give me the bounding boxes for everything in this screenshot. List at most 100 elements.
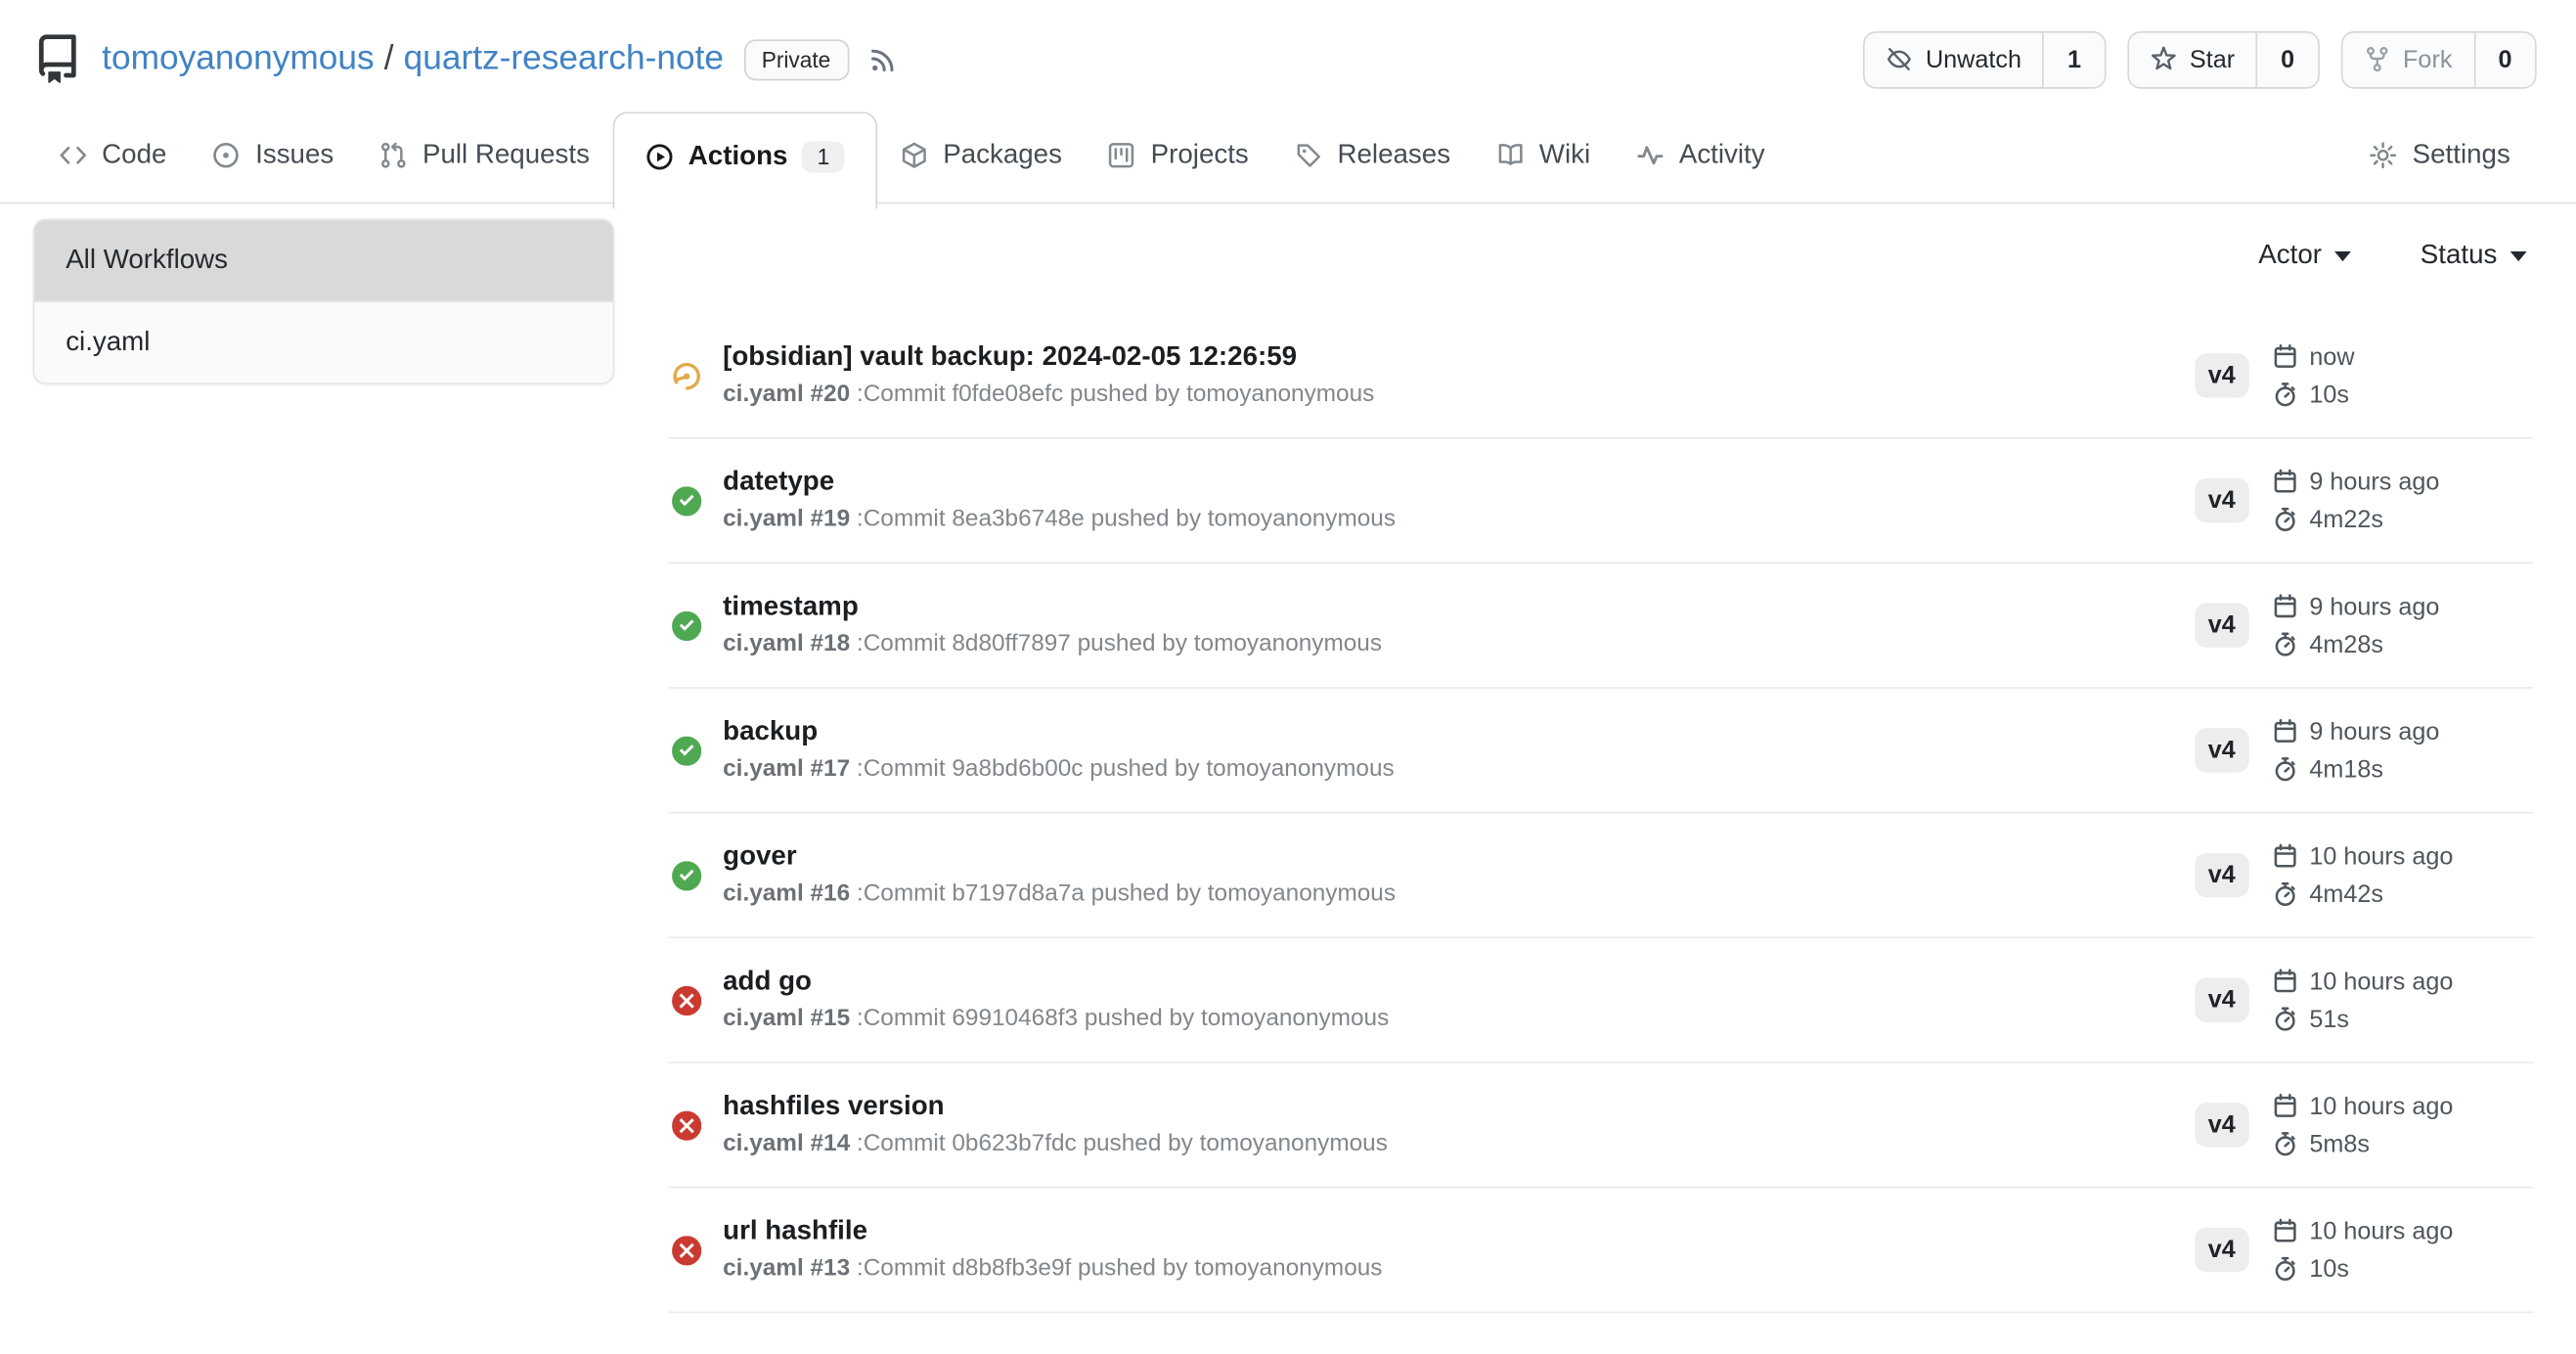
run-subtitle: ci.yaml #17 :Commit 9a8bd6b00c pushed by…: [723, 753, 2195, 785]
workflow-item-label: ci.yaml: [66, 327, 150, 356]
run-title[interactable]: datetype: [723, 466, 2195, 497]
run-times: 9 hours ago 4m18s: [2272, 717, 2440, 783]
tab-label: Settings: [2413, 140, 2510, 171]
runner-version-badge: v4: [2195, 478, 2248, 522]
action-count[interactable]: 1: [2043, 32, 2105, 86]
workflow-run-row[interactable]: [obsidian] vault backup: 2024-02-05 12:2…: [669, 314, 2534, 439]
workflow-run-row[interactable]: add cache again 10 hours a: [669, 1313, 2534, 1354]
gear-icon: [2370, 141, 2398, 169]
repo-tab[interactable]: Actions 1: [613, 112, 878, 208]
run-duration-text: 51s: [2309, 1005, 2349, 1033]
repo-name-link[interactable]: quartz-research-note: [404, 39, 724, 77]
run-title[interactable]: gover: [723, 840, 2195, 872]
stopwatch-icon: [2272, 631, 2298, 657]
run-age-text: 10 hours ago: [2309, 1217, 2453, 1245]
run-title[interactable]: url hashfile: [723, 1215, 2195, 1246]
run-duration: 4m42s: [2272, 880, 2454, 909]
run-text: url hashfile ci.yaml #13 :Commit d8b8fb3…: [723, 1215, 2195, 1284]
actor-filter-label: Actor: [2258, 240, 2322, 271]
repo-action-button[interactable]: Star 0: [2127, 30, 2319, 88]
run-text: [obsidian] vault backup: 2024-02-05 12:2…: [723, 341, 2195, 410]
run-status-icon: [672, 610, 701, 640]
rss-icon[interactable]: [868, 45, 897, 73]
workflow-run-row[interactable]: add go ci.yaml #15 :Commit 69910468f3 pu…: [669, 938, 2534, 1063]
run-age: 9 hours ago: [2272, 717, 2440, 745]
run-workflow-ref[interactable]: ci.yaml #20: [723, 381, 850, 407]
repo-action-button[interactable]: Unwatch 1: [1863, 30, 2106, 88]
run-duration-text: 4m28s: [2309, 630, 2383, 658]
sidebar-workflow-item[interactable]: All Workflows: [34, 220, 612, 300]
run-times: 10 hours ago 4m42s: [2272, 842, 2454, 908]
run-commit-desc: :Commit 9a8bd6b00c pushed by tomoyanonym…: [857, 755, 1395, 782]
repo-tab[interactable]: Issues: [190, 112, 357, 202]
run-subtitle: ci.yaml #15 :Commit 69910468f3 pushed by…: [723, 1004, 2195, 1035]
repo-tab[interactable]: Projects: [1085, 112, 1271, 202]
action-count[interactable]: 0: [2256, 32, 2318, 86]
actor-filter-dropdown[interactable]: Actor: [2258, 240, 2351, 271]
eye-closed-icon: [1887, 46, 1913, 72]
stopwatch-icon: [2272, 1131, 2298, 1157]
stopwatch-icon: [2272, 756, 2298, 783]
failure-icon: [672, 1110, 701, 1140]
repo-header: tomoyanonymous/quartz-research-note Priv…: [0, 0, 2576, 95]
run-age: 9 hours ago: [2272, 468, 2440, 496]
workflow-run-row[interactable]: backup ci.yaml #17 :Commit 9a8bd6b00c pu…: [669, 689, 2534, 814]
status-filter-dropdown[interactable]: Status: [2421, 240, 2527, 271]
run-workflow-ref[interactable]: ci.yaml #18: [723, 630, 850, 656]
run-meta: v4 10 hours ago 51s: [2195, 968, 2533, 1033]
run-title[interactable]: add go: [723, 966, 2195, 997]
run-duration: 4m18s: [2272, 755, 2440, 784]
caret-down-icon: [2510, 250, 2527, 260]
run-text: datetype ci.yaml #19 :Commit 8ea3b6748e …: [723, 466, 2195, 534]
repo-tab[interactable]: Code: [36, 112, 190, 202]
run-workflow-ref[interactable]: ci.yaml #15: [723, 1005, 850, 1031]
workflow-run-row[interactable]: timestamp ci.yaml #18 :Commit 8d80ff7897…: [669, 564, 2534, 689]
book-icon: [1496, 141, 1525, 169]
run-subtitle: ci.yaml #14 :Commit 0b623b7fdc pushed by…: [723, 1128, 2195, 1159]
action-count[interactable]: 0: [2473, 32, 2535, 86]
tab-label: Issues: [255, 140, 333, 171]
tab-settings[interactable]: Settings: [2346, 112, 2533, 202]
sidebar-workflow-item[interactable]: ci.yaml: [34, 300, 612, 383]
tab-label: Packages: [943, 140, 1062, 171]
status-filter-label: Status: [2421, 240, 2498, 271]
tab-label: Code: [102, 140, 166, 171]
fork-icon: [2364, 46, 2390, 72]
stopwatch-icon: [2272, 506, 2298, 532]
run-title[interactable]: [obsidian] vault backup: 2024-02-05 12:2…: [723, 341, 2195, 373]
repo-tab[interactable]: Wiki: [1474, 112, 1614, 202]
workflow-run-row[interactable]: hashfiles version ci.yaml #14 :Commit 0b…: [669, 1063, 2534, 1189]
repo-tab[interactable]: Releases: [1271, 112, 1473, 202]
run-times: now 10s: [2272, 342, 2355, 408]
run-workflow-ref[interactable]: ci.yaml #14: [723, 1130, 850, 1156]
run-workflow-ref[interactable]: ci.yaml #13: [723, 1255, 850, 1282]
workflow-runs-list: [obsidian] vault backup: 2024-02-05 12:2…: [669, 314, 2534, 1354]
run-filters: Actor Status: [669, 203, 2534, 271]
workflow-run-row[interactable]: url hashfile ci.yaml #13 :Commit d8b8fb3…: [669, 1189, 2534, 1314]
repo-tabs: Code Issues Pull Requests Act: [36, 112, 1788, 202]
run-commit-desc: :Commit b7197d8a7a pushed by tomoyanonym…: [857, 880, 1396, 907]
run-workflow-ref[interactable]: ci.yaml #17: [723, 755, 850, 782]
star-icon: [2151, 46, 2177, 72]
run-subtitle: ci.yaml #16 :Commit b7197d8a7a pushed by…: [723, 879, 2195, 910]
run-duration: 10s: [2272, 1255, 2454, 1284]
repo-tab[interactable]: Pull Requests: [357, 112, 613, 202]
run-commit-desc: :Commit 0b623b7fdc pushed by tomoyanonym…: [857, 1130, 1388, 1156]
run-title[interactable]: timestamp: [723, 591, 2195, 622]
run-workflow-ref[interactable]: ci.yaml #16: [723, 880, 850, 907]
run-title[interactable]: hashfiles version: [723, 1091, 2195, 1122]
repo-tab[interactable]: Packages: [877, 112, 1085, 202]
run-meta: v4 10 hours ago 10s: [2195, 1217, 2533, 1283]
run-duration: 4m22s: [2272, 506, 2440, 534]
run-meta: v4 9 hours ago 4m28s: [2195, 593, 2533, 658]
workflow-run-row[interactable]: gover ci.yaml #16 :Commit b7197d8a7a pus…: [669, 814, 2534, 939]
visibility-badge: Private: [743, 38, 849, 79]
workflow-run-row[interactable]: datetype ci.yaml #19 :Commit 8ea3b6748e …: [669, 439, 2534, 564]
run-title[interactable]: backup: [723, 716, 2195, 747]
repo-action-button[interactable]: Fork 0: [2340, 30, 2536, 88]
repo-owner-link[interactable]: tomoyanonymous: [102, 39, 374, 77]
calendar-icon: [2272, 343, 2298, 370]
run-workflow-ref[interactable]: ci.yaml #19: [723, 506, 850, 532]
run-age: now: [2272, 342, 2355, 371]
repo-tab[interactable]: Activity: [1614, 112, 1789, 202]
